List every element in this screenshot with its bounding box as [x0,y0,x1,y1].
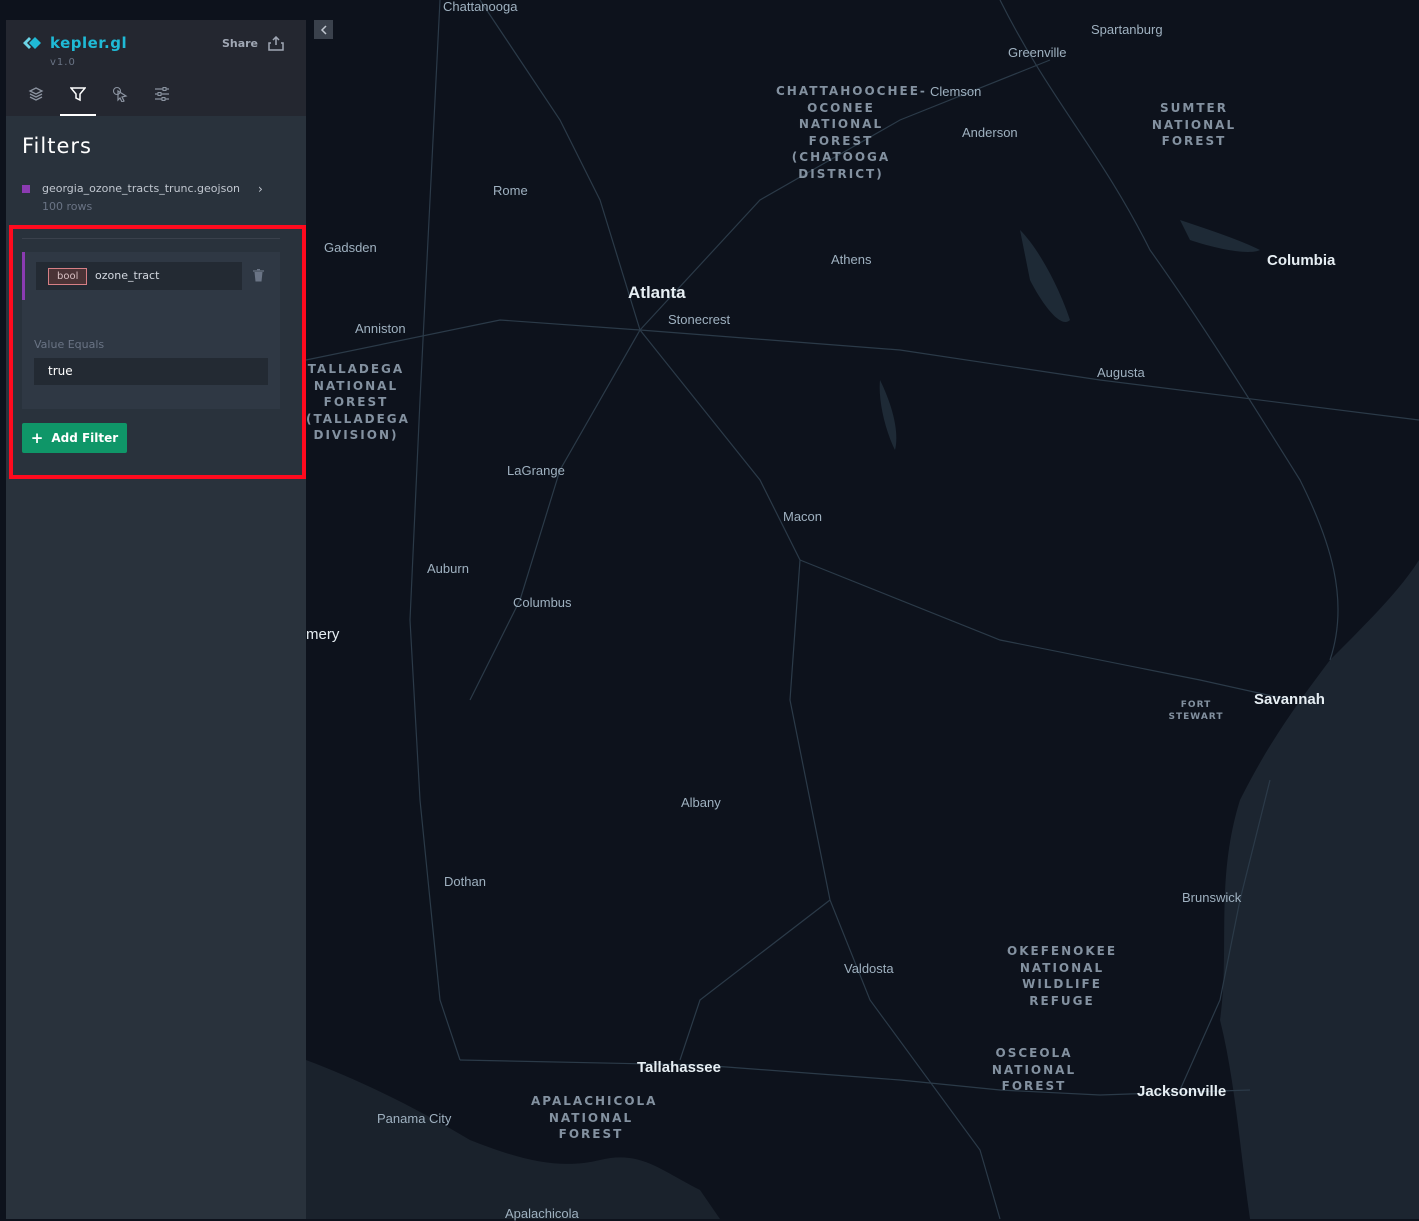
kepler-logo-icon [23,37,41,49]
value-equals-input[interactable]: true [34,358,268,385]
map-label-valdosta: Valdosta [844,961,894,976]
map-label-auburn: Auburn [427,561,469,576]
map-label-brunswick: Brunswick [1182,890,1242,905]
map-park-talladega: TALLADEGA NATIONAL FOREST (TALLADEGA DIVISIO… [306,362,410,442]
map-label-chattanooga: Chattanooga [443,0,518,14]
map-label-columbia: Columbia [1267,252,1336,269]
map-label-stonecrest: Stonecrest [668,312,731,327]
tab-map-style[interactable] [152,86,172,108]
panel-header: kepler.gl v1.0 Share [6,20,306,116]
panel-tabs [26,86,172,116]
filter-divider [22,238,280,239]
panel-title: Filters [22,134,92,158]
map-label-tallahassee: Tallahassee [637,1059,721,1076]
add-filter-label: Add Filter [51,431,119,445]
map-label-spartanburg: Spartanburg [1091,22,1163,37]
dataset-name: georgia_ozone_tracts_trunc.geojson [42,182,241,195]
map-label-athens: Athens [831,252,872,267]
map-label-gadsden: Gadsden [324,240,377,255]
filter-card: bool ozone_tract Value Equals true [22,252,280,409]
trash-icon[interactable] [253,269,264,282]
map-label-panama-city: Panama City [377,1111,452,1126]
map-label-rome: Rome [493,183,528,198]
chevron-left-icon [320,24,327,35]
map-label-albany: Albany [681,795,721,810]
chevron-right-icon: › [258,182,263,196]
map-label-anderson: Anderson [962,125,1018,140]
map-park-sumter: SUMTER NATIONAL FOREST [1151,101,1237,148]
map-label-macon: Macon [783,509,823,524]
ocean [1220,560,1419,1219]
map-label-montgomery: mery [306,626,340,643]
tab-layers[interactable] [26,86,46,108]
field-type-badge: bool [48,268,88,285]
gulf [306,1060,720,1219]
map-label-savannah: Savannah [1254,691,1325,708]
map-park-okefenokee: OKEFENOKEE NATIONAL WILDLIFE REFUGE [1007,944,1118,1008]
map-label-jacksonville: Jacksonville [1137,1083,1227,1100]
share-label: Share [221,37,258,50]
tab-interactions[interactable] [110,86,130,108]
dataset-color-swatch [22,185,30,193]
add-filter-button[interactable]: + Add Filter [22,423,127,453]
share-icon [268,36,284,51]
map-label-dothan: Dothan [444,874,486,889]
app-name: kepler.gl [50,34,128,52]
value-equals-label: Value Equals [34,338,105,351]
map-park-apalachicola: APALACHICOLA NATIONAL FOREST [531,1094,658,1141]
cursor-click-icon [112,86,128,102]
map-park-chattahoochee: CHATTAHOOCHEE- OCONEE NATIONAL FOREST (CHATO… [776,84,927,181]
share-button[interactable]: Share [222,36,284,51]
map-label-greenville: Greenville [1008,45,1067,60]
map-label-columbus: Columbus [513,595,572,610]
dataset-row-count: 100 rows [42,200,93,213]
side-panel: kepler.gl v1.0 Share Filters georgia_ozo… [6,20,306,1219]
map-park-osceola: OSCEOLA NATIONAL FOREST [991,1046,1077,1093]
layers-icon [28,87,44,101]
map-label-augusta: Augusta [1097,365,1145,380]
plus-icon: + [30,429,44,447]
filter-dataset-accent [22,252,25,300]
filter-icon [70,87,86,102]
app-version: v1.0 [50,57,76,68]
sliders-icon [155,87,169,101]
filter-field-select[interactable]: bool ozone_tract [36,262,242,290]
map-label-anniston: Anniston [355,321,406,336]
map-label-lagrange: LaGrange [507,463,565,478]
collapse-panel-button[interactable] [314,20,333,39]
tab-filters[interactable] [60,86,96,116]
field-name: ozone_tract [95,269,160,282]
map-label-atlanta: Atlanta [628,283,686,302]
map-label-clemson: Clemson [930,84,982,99]
map-park-fort-stewart: FORT STEWART [1168,700,1224,722]
